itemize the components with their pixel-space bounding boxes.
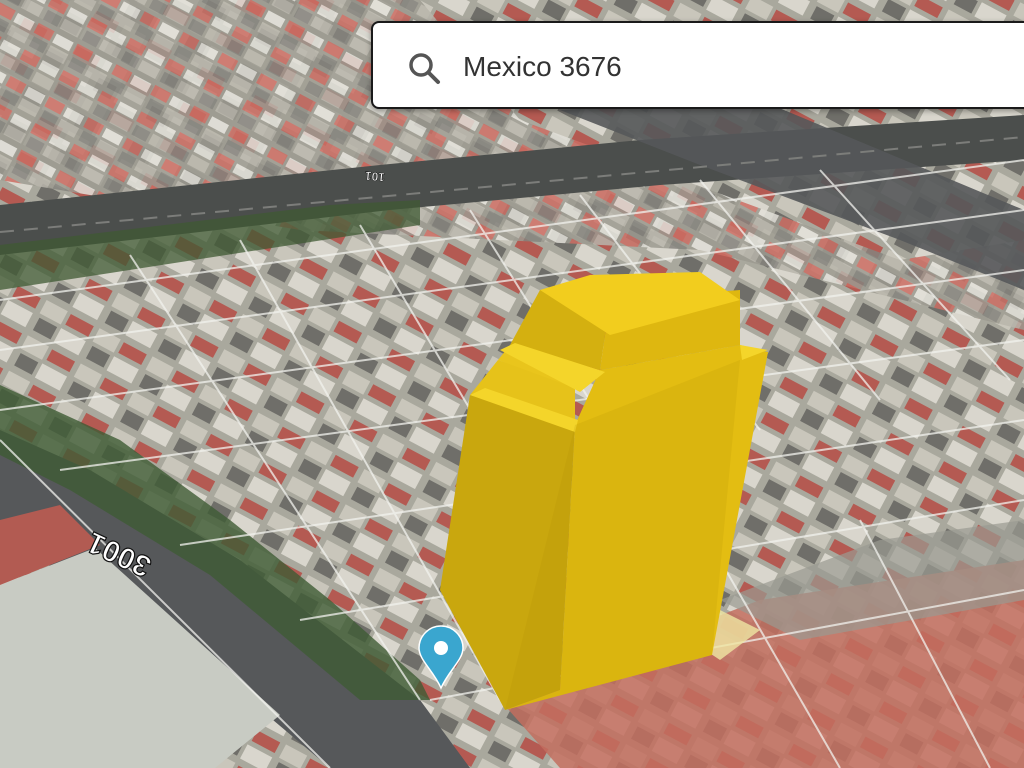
search-bar[interactable] xyxy=(371,21,1024,109)
map-3d-view[interactable]: 3001 101 xyxy=(0,0,1024,768)
satellite-imagery[interactable]: 3001 101 xyxy=(0,0,1024,768)
search-icon[interactable] xyxy=(407,51,441,85)
street-label-101: 101 xyxy=(364,169,385,185)
search-input[interactable] xyxy=(463,41,983,93)
